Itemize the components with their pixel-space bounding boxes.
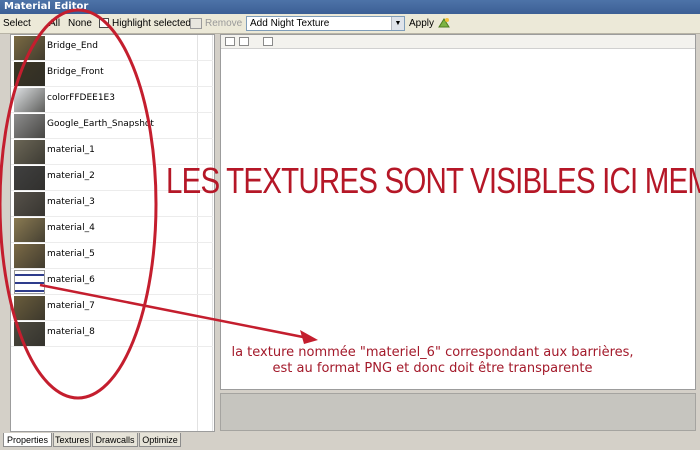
select-all-button[interactable]: All	[49, 17, 60, 31]
properties-panel	[220, 34, 696, 390]
tab-strip: Properties Textures Drawcalls Optimize	[0, 433, 700, 450]
window-title: Material Editor	[0, 0, 700, 14]
apply-icon[interactable]	[437, 16, 451, 30]
texture-name: material_1	[47, 145, 95, 155]
sort-alphabetical-icon[interactable]	[239, 37, 249, 46]
texture-name: material_7	[47, 301, 95, 311]
tab-properties[interactable]: Properties	[3, 433, 52, 447]
tab-optimize[interactable]: Optimize	[139, 433, 181, 447]
texture-thumbnail	[14, 296, 45, 320]
annotation-note-line-1: la texture nommée "materiel_6" correspon…	[231, 345, 634, 360]
texture-thumbnail	[14, 218, 45, 242]
texture-name: material_3	[47, 197, 95, 207]
list-item[interactable]: material_8	[11, 321, 213, 347]
texture-name: material_5	[47, 249, 95, 259]
texture-thumbnail	[14, 192, 45, 216]
categorized-icon[interactable]	[225, 37, 235, 46]
texture-name: material_6	[47, 275, 95, 285]
texture-name: Bridge_End	[47, 41, 98, 51]
texture-thumbnail	[14, 36, 45, 60]
texture-thumbnail	[14, 88, 45, 112]
list-item[interactable]: colorFFDEE1E3	[11, 87, 213, 113]
texture-thumbnail	[14, 166, 45, 190]
toolbar: Select All None Highlight selected Remov…	[0, 14, 700, 34]
remove-button[interactable]: Remove	[205, 17, 242, 31]
night-texture-select[interactable]: Add Night Texture ▼	[246, 16, 405, 31]
texture-name: material_8	[47, 327, 95, 337]
texture-name: colorFFDEE1E3	[47, 93, 115, 103]
annotation-note-line-2: est au format PNG et donc doit être tran…	[272, 361, 593, 376]
texture-thumbnail	[14, 322, 45, 346]
remove-icon	[190, 18, 202, 29]
annotation-headline: LES TEXTURES SONT VISIBLES ICI MEME	[166, 160, 700, 201]
select-label: Select	[3, 18, 31, 29]
texture-name: material_4	[47, 223, 95, 233]
list-item[interactable]: Google_Earth_Snapshot	[11, 113, 213, 139]
highlight-selected-label: Highlight selected	[112, 18, 191, 29]
texture-thumbnail	[14, 62, 45, 86]
chevron-down-icon[interactable]: ▼	[391, 17, 404, 30]
highlight-selected-checkbox[interactable]	[99, 18, 109, 28]
texture-name: Bridge_Front	[47, 67, 104, 77]
select-none-button[interactable]: None	[68, 17, 92, 31]
list-item[interactable]: material_5	[11, 243, 213, 269]
texture-name: material_2	[47, 171, 95, 181]
list-item[interactable]: Bridge_End	[11, 35, 213, 61]
texture-thumbnail	[14, 114, 45, 138]
night-texture-select-value: Add Night Texture	[250, 18, 330, 29]
property-pages-icon[interactable]	[263, 37, 273, 46]
tab-textures[interactable]: Textures	[53, 433, 91, 447]
texture-thumbnail	[14, 244, 45, 268]
apply-button[interactable]: Apply	[409, 17, 434, 31]
texture-name: Google_Earth_Snapshot	[47, 119, 154, 129]
texture-thumbnail	[14, 270, 45, 294]
annotation-note: la texture nommée "materiel_6" correspon…	[170, 345, 695, 377]
tab-drawcalls[interactable]: Drawcalls	[92, 433, 138, 447]
list-item[interactable]: material_6	[11, 269, 213, 295]
list-item[interactable]: material_4	[11, 217, 213, 243]
properties-toolbar	[221, 35, 695, 49]
list-item[interactable]: material_7	[11, 295, 213, 321]
list-item[interactable]: Bridge_Front	[11, 61, 213, 87]
description-area	[220, 393, 696, 431]
texture-thumbnail	[14, 140, 45, 164]
